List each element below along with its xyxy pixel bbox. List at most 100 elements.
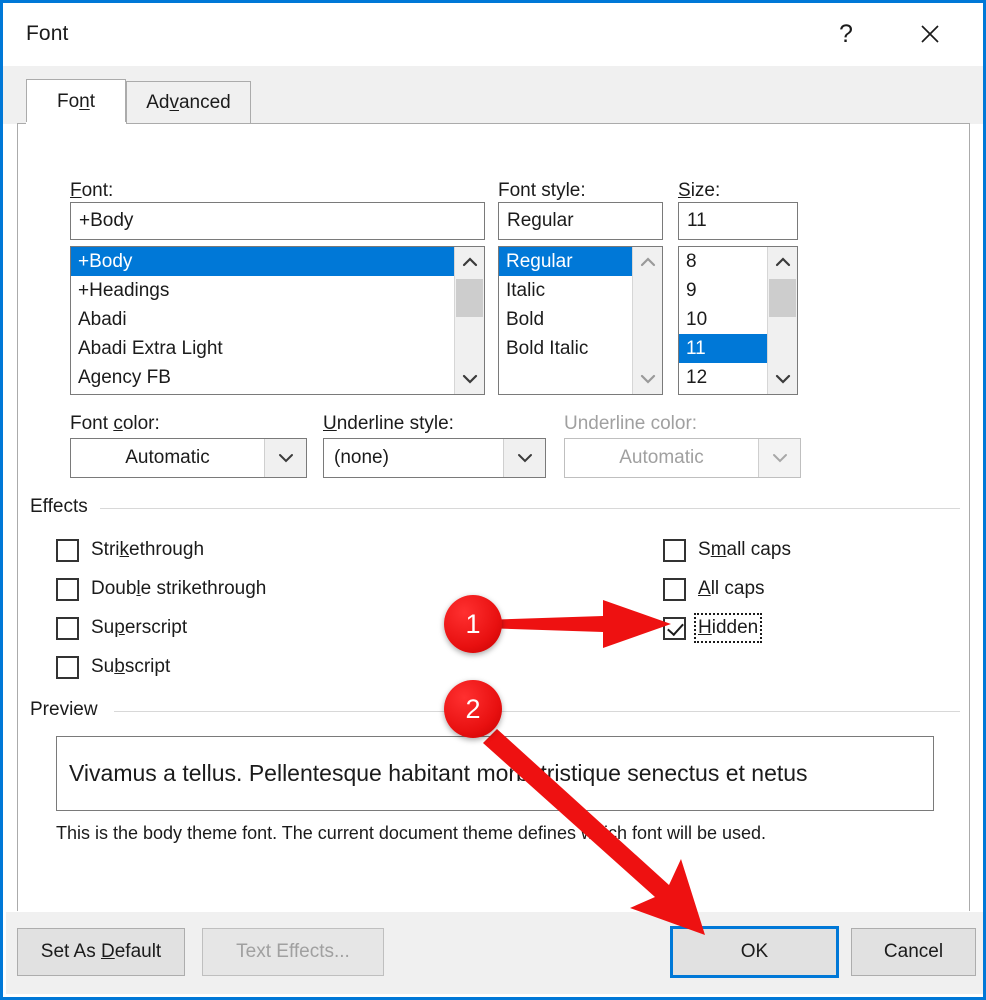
checkbox-icon[interactable]	[56, 577, 79, 601]
list-item[interactable]: Abadi Extra Light	[71, 334, 455, 363]
panel-tab-join	[26, 122, 126, 125]
underline-style-combobox[interactable]: (none)	[323, 438, 546, 478]
scroll-up-icon[interactable]	[633, 247, 662, 277]
scroll-down-icon[interactable]	[455, 364, 484, 394]
scroll-up-icon[interactable]	[455, 247, 484, 277]
help-icon[interactable]: ?	[819, 11, 873, 57]
list-item[interactable]: 8	[679, 247, 768, 276]
list-item[interactable]: Bold Italic	[499, 334, 633, 363]
checkbox-hidden[interactable]: Hidden	[663, 613, 763, 643]
checkbox-all-caps[interactable]: All caps	[663, 575, 765, 603]
dialog-footer: Set As Default Text Effects... OK Cancel	[6, 911, 983, 994]
chevron-down-icon[interactable]	[264, 439, 306, 477]
checkbox-label: Hidden	[693, 613, 763, 643]
list-item[interactable]: 10	[679, 305, 768, 334]
underline-style-value: (none)	[334, 447, 389, 468]
checkbox-small-caps[interactable]: Small caps	[663, 536, 791, 564]
scroll-up-icon[interactable]	[768, 247, 797, 277]
title-bar: Font ?	[3, 3, 983, 67]
list-item[interactable]: +Body	[71, 247, 455, 276]
tab-font[interactable]: Font	[26, 79, 126, 124]
set-as-default-button[interactable]: Set As Default	[17, 928, 185, 976]
checkbox-icon[interactable]	[663, 616, 686, 640]
size-list-scrollbar[interactable]	[767, 247, 797, 394]
underline-color-value: Automatic	[619, 447, 704, 468]
list-item[interactable]: Agency FB	[71, 363, 455, 392]
font-list-scrollbar[interactable]	[454, 247, 484, 394]
panel-top-edge	[17, 123, 970, 124]
font-tab-panel: Font: +Body +Body +Headings Abadi Abadi …	[17, 123, 970, 913]
checkbox-strikethrough[interactable]: Strikethrough	[56, 536, 204, 564]
font-style-value: Regular	[507, 210, 574, 231]
ok-label: OK	[740, 941, 769, 962]
scrollbar-thumb[interactable]	[769, 279, 796, 317]
font-style-input[interactable]: Regular	[498, 202, 663, 240]
cancel-button[interactable]: Cancel	[851, 928, 976, 976]
chevron-down-icon	[758, 439, 800, 477]
checkbox-label: Superscript	[91, 617, 188, 638]
checkbox-icon[interactable]	[663, 538, 686, 562]
close-icon[interactable]	[903, 11, 957, 57]
underline-color-combobox: Automatic	[564, 438, 801, 478]
scroll-down-icon[interactable]	[633, 364, 662, 394]
annotation-badge-2: 2	[444, 680, 502, 738]
checkbox-icon[interactable]	[56, 538, 79, 562]
help-glyph: ?	[839, 19, 853, 48]
preview-divider	[114, 711, 960, 712]
text-effects-button: Text Effects...	[202, 928, 384, 976]
dialog-title: Font	[26, 22, 69, 45]
list-item[interactable]: 11	[679, 334, 768, 363]
checkbox-label: Small caps	[698, 539, 791, 560]
font-dialog: Font ? Font Advanced Font: +Body +Body +…	[0, 0, 986, 1000]
preview-description: This is the body theme font. The current…	[56, 823, 767, 843]
font-list-items: +Body +Headings Abadi Abadi Extra Light …	[71, 247, 455, 394]
scroll-down-icon[interactable]	[768, 364, 797, 394]
font-style-list[interactable]: Regular Italic Bold Bold Italic	[498, 246, 663, 395]
size-label: Size:	[678, 180, 721, 201]
effects-divider	[100, 508, 960, 509]
checkbox-icon[interactable]	[56, 616, 79, 640]
scrollbar-thumb[interactable]	[456, 279, 483, 317]
tab-advanced-label: Advanced	[146, 91, 231, 113]
underline-color-label: Underline color:	[564, 413, 698, 434]
checkbox-icon[interactable]	[56, 655, 79, 679]
preview-group-label: Preview	[30, 699, 108, 721]
checkbox-label: Strikethrough	[91, 539, 205, 560]
cancel-label: Cancel	[883, 941, 944, 962]
underline-style-label: Underline style:	[323, 413, 454, 434]
list-item[interactable]: 9	[679, 276, 768, 305]
size-input[interactable]: 11	[678, 202, 798, 240]
size-list[interactable]: 8 9 10 11 12	[678, 246, 798, 395]
list-item[interactable]: 12	[679, 363, 768, 392]
tab-advanced[interactable]: Advanced	[126, 81, 251, 124]
font-name-value: +Body	[79, 210, 134, 231]
annotation-badge-1-number: 1	[465, 608, 481, 639]
checkbox-label: Subscript	[91, 656, 171, 677]
list-item[interactable]: Abadi	[71, 305, 455, 334]
font-list[interactable]: +Body +Headings Abadi Abadi Extra Light …	[70, 246, 485, 395]
checkbox-superscript[interactable]: Superscript	[56, 614, 187, 642]
effects-group-label: Effects	[30, 496, 98, 518]
list-item[interactable]: +Headings	[71, 276, 455, 305]
text-effects-label: Text Effects...	[236, 941, 350, 962]
effects-group-header: Effects	[30, 496, 960, 518]
font-style-label: Font style:	[498, 180, 586, 201]
list-item[interactable]: Regular	[499, 247, 633, 276]
tab-font-label: Font	[56, 90, 96, 112]
font-color-label: Font color:	[70, 413, 160, 434]
font-style-list-scrollbar[interactable]	[632, 247, 662, 394]
list-item[interactable]: Italic	[499, 276, 633, 305]
font-style-list-items: Regular Italic Bold Bold Italic	[499, 247, 633, 394]
checkbox-icon[interactable]	[663, 577, 686, 601]
chevron-down-icon[interactable]	[503, 439, 545, 477]
font-color-combobox[interactable]: Automatic	[70, 438, 307, 478]
set-as-default-label: Set As Default	[40, 941, 162, 962]
checkbox-double-strikethrough[interactable]: Double strikethrough	[56, 575, 266, 603]
annotation-badge-2-number: 2	[465, 693, 481, 724]
checkbox-label: All caps	[698, 578, 765, 599]
checkbox-subscript[interactable]: Subscript	[56, 653, 170, 681]
ok-button[interactable]: OK	[670, 926, 839, 978]
list-item[interactable]: Bold	[499, 305, 633, 334]
preview-sample-text: Vivamus a tellus. Pellentesque habitant …	[69, 760, 808, 786]
font-name-input[interactable]: +Body	[70, 202, 485, 240]
